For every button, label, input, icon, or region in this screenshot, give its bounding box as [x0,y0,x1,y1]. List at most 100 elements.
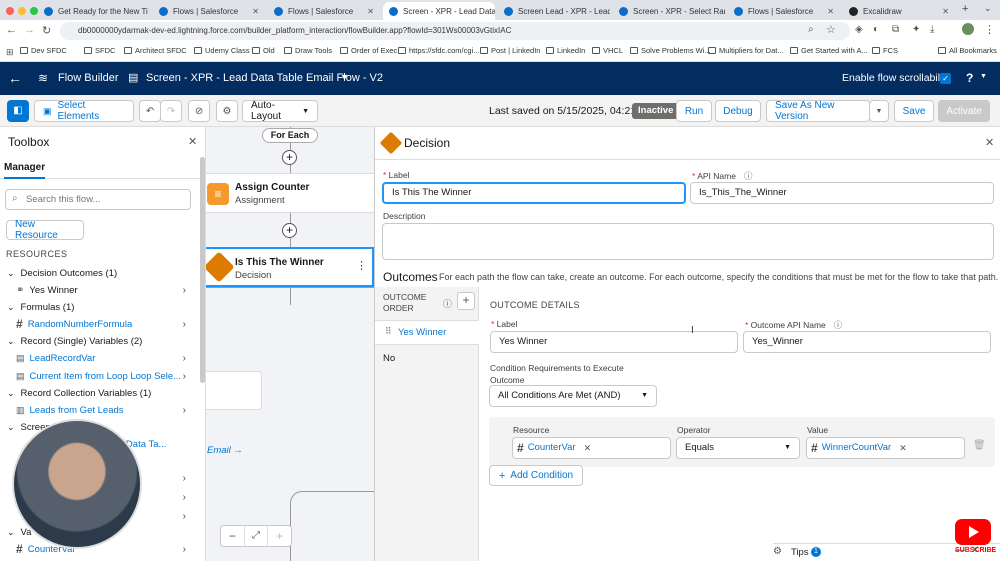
bookmark-folder[interactable]: Old [252,46,275,55]
extension-icon[interactable]: ◐ [873,24,879,35]
url-field[interactable]: db0000000ydarmak-dev-ed.lightning.force.… [60,22,850,40]
info-icon[interactable]: ⓘ [834,320,843,330]
bookmark-link[interactable]: Post | LinkedIn [480,46,540,55]
debug-button[interactable]: Debug [715,100,761,122]
close-tab-icon[interactable]: ✕ [827,7,834,16]
tab-manager[interactable]: Manager [4,162,46,179]
drag-handle-icon[interactable]: ⠿ [385,326,392,337]
browser-tab[interactable]: Excalidraw ✕ [843,2,955,20]
bookmark-folder[interactable]: Order of Exec [340,46,397,55]
node-menu-icon[interactable]: ⋮ [356,259,367,272]
remove-value-icon[interactable]: ✕ [899,438,907,458]
bookmark-link[interactable]: Multipliers for Dat... [708,46,784,55]
flow-title-menu-icon[interactable]: ▼ [340,72,349,82]
condition-requirements-select[interactable]: All Conditions Are Met (AND) ▼ [489,385,657,407]
fit-view-icon[interactable]: ⤢ [245,526,269,546]
bookmark-folder[interactable]: Architect SFDC [124,46,187,55]
new-resource-button[interactable]: New Resource [6,219,84,241]
bookmark-folder[interactable]: Udemy Class [194,46,250,55]
browser-menu-icon[interactable]: ⋮ [984,23,995,36]
bookmark-folder[interactable]: FCS [872,46,898,55]
toolbox-scrollbar[interactable] [200,157,205,383]
operator-select[interactable]: Equals ▼ [676,437,800,459]
browser-tab-active[interactable]: Screen - XPR - Lead Data✕ [383,2,495,20]
extensions-puzzle-icon[interactable]: ✦ [912,24,920,35]
bookmark-link[interactable]: LinkedIn [546,46,585,55]
for-each-label[interactable]: For Each [262,128,318,143]
extension-icon[interactable]: ◈ [855,24,863,35]
bookmark-folder[interactable]: Dev SFDC [20,46,67,55]
info-icon[interactable]: ⓘ [443,297,452,310]
help-menu-icon[interactable]: ▼ [980,73,987,80]
extension-icon[interactable]: ⧉ [892,24,899,35]
window-controls[interactable] [6,6,42,18]
zoom-icon[interactable]: ⌕ [808,24,814,35]
flow-canvas[interactable]: For Each + ≡ Assign Counter Assignment +… [206,127,374,561]
section-record-variables[interactable]: ⌄ Record (Single) Variables (2) [0,333,200,349]
all-bookmarks[interactable]: All Bookmarks [938,46,997,55]
close-toolbox-icon[interactable]: ✕ [188,135,197,148]
back-arrow-icon[interactable]: ← [8,70,22,86]
browser-tab[interactable]: Screen Lead - XPR - Lead✕ [498,2,610,20]
redo-button[interactable]: ↷ [160,100,182,122]
close-tab-icon[interactable]: ✕ [252,7,259,16]
label-input[interactable]: Is This The Winner [382,182,686,204]
outcome-api-name-input[interactable]: Yes_Winner [743,331,991,353]
section-record-collections[interactable]: ⌄ Record Collection Variables (1) [0,385,200,401]
delete-condition-icon[interactable]: 🗑 [973,440,986,451]
bookmark-link[interactable]: Solve Problems Wi... [630,46,711,55]
subscribe-label[interactable]: SUBSCRIBE [955,547,996,554]
add-outcome-button[interactable]: + [457,292,475,310]
resource-item[interactable]: ▤ LeadRecordVar › [0,350,200,366]
description-textarea[interactable] [382,223,994,260]
layout-select[interactable]: Auto-Layout ▼ [242,100,318,122]
activate-button[interactable]: Activate [938,100,990,122]
info-icon[interactable]: ⓘ [744,171,753,181]
bookmark-star-icon[interactable]: ☆ [826,23,836,36]
resource-input[interactable]: # CounterVar ✕ [512,437,671,459]
forward-icon[interactable]: → [24,24,35,36]
add-element-button[interactable]: + [282,223,297,238]
api-name-input[interactable]: Is_This_The_Winner [690,182,994,204]
apps-grid-icon[interactable]: ⊞ [6,47,14,58]
assignment-node[interactable]: ≡ Assign Counter Assignment [206,173,374,213]
scroll-toggle-checkbox[interactable]: ✓ [940,73,951,84]
download-icon[interactable]: ⤓ [930,24,934,35]
profile-avatar[interactable] [962,23,974,35]
select-elements-button[interactable]: ▣ Select Elements [34,100,134,122]
help-icon[interactable]: ? [966,71,973,85]
browser-tab[interactable]: Flows | Salesforce ✕ [728,2,840,20]
zoom-in-button[interactable]: + [268,526,291,546]
resource-item[interactable]: ⚭ Yes Winner › [0,282,200,298]
zoom-out-button[interactable]: − [221,526,245,546]
section-formulas[interactable]: ⌄ Formulas (1) [0,299,200,315]
run-button[interactable]: Run [676,100,712,122]
browser-tab[interactable]: Flows | Salesforce ✕ [268,2,380,20]
close-tab-icon[interactable]: ✕ [942,7,949,16]
reload-icon[interactable]: ↻ [42,24,51,37]
search-input[interactable]: ⌕ Search this flow... [5,189,191,210]
back-icon[interactable]: ← [6,24,17,36]
outcome-item[interactable]: No [383,353,395,364]
new-tab-button[interactable]: + [962,3,968,15]
close-tab-icon[interactable]: ✕ [367,7,374,16]
youtube-icon[interactable] [955,519,991,545]
screen-node[interactable] [206,371,262,410]
remove-resource-icon[interactable]: ✕ [584,438,592,458]
save-button[interactable]: Save [894,100,934,122]
add-element-button[interactable]: + [282,150,297,165]
resource-item[interactable]: # RandomNumberFormula › [0,316,200,332]
email-link[interactable]: Email → [207,445,243,456]
add-condition-button[interactable]: + Add Condition [489,465,583,486]
value-input[interactable]: # WinnerCountVar ✕ [806,437,965,459]
outcome-item-selected[interactable]: ⠿ Yes Winner [375,320,479,345]
settings-button[interactable]: ⚙ [216,100,238,122]
resource-item[interactable]: ▥ Leads from Get Leads › [0,402,200,418]
bookmark-link[interactable]: Get Started with A... [790,46,868,55]
outcome-label-input[interactable]: Yes Winner [490,331,738,353]
browser-tab[interactable]: Screen - XPR - Select Ran✕ [613,2,725,20]
undo-button[interactable]: ↶ [139,100,161,122]
bookmark-folder[interactable]: VHCL [592,46,623,55]
clear-button[interactable]: ⊘ [188,100,210,122]
bookmark-folder[interactable]: SFDC [84,46,115,55]
